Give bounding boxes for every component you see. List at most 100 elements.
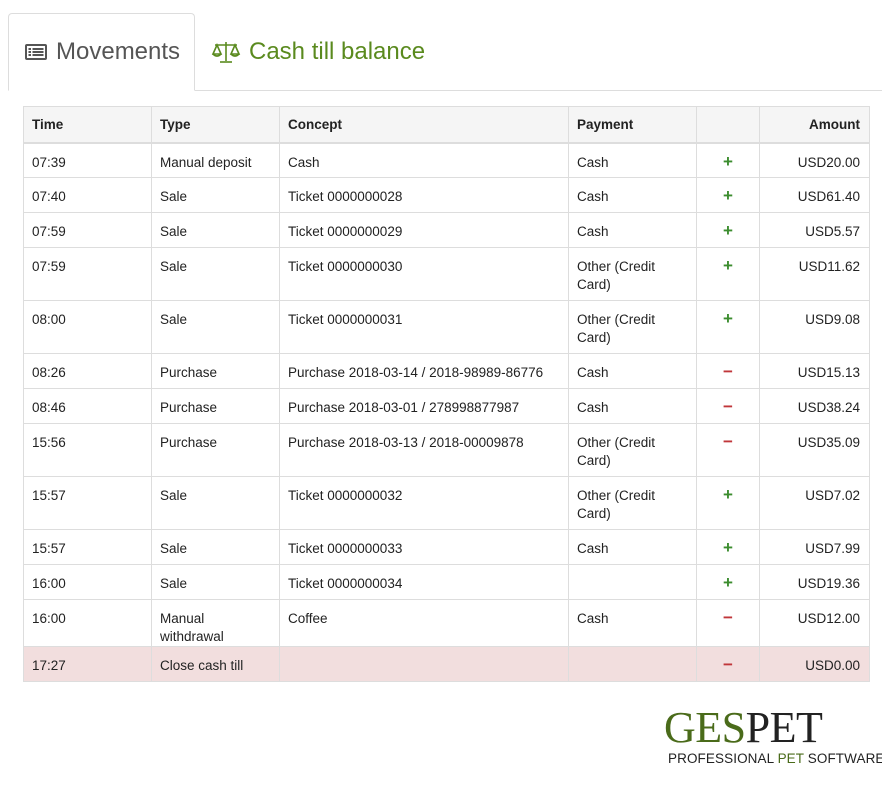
table-row[interactable]: 07:59 Sale Ticket 0000000029 Cash + USD5.57 — [23, 212, 870, 248]
cell-concept: Ticket 0000000034 — [279, 564, 569, 600]
cell-sign: + — [696, 212, 760, 248]
table-row[interactable]: 15:56 Purchase Purchase 2018-03-13 / 2018-… — [23, 423, 870, 477]
cell-type: Sale — [151, 300, 280, 354]
cell-sign: − — [696, 353, 760, 389]
tab-cash-till-balance[interactable]: Cash till balance — [211, 13, 425, 91]
table-row[interactable]: 16:00 Sale Ticket 0000000034 + USD19.36 — [23, 564, 870, 600]
cell-type: Manual withdrawal — [151, 599, 280, 647]
cell-type: Sale — [151, 476, 280, 530]
cell-payment: Other (Credit Card) — [568, 476, 697, 530]
table-row[interactable]: 08:00 Sale Ticket 0000000031 Other (Credit … — [23, 300, 870, 354]
cell-payment: Other (Credit Card) — [568, 300, 697, 354]
table-row[interactable]: 15:57 Sale Ticket 0000000032 Other (Credit … — [23, 476, 870, 530]
cell-type: Sale — [151, 247, 280, 301]
cell-amount: USD7.99 — [759, 529, 870, 565]
cell-concept: Ticket 0000000030 — [279, 247, 569, 301]
minus-icon: − — [723, 655, 733, 674]
tab-cash-till-balance-label: Cash till balance — [249, 38, 426, 65]
cell-amount: USD35.09 — [759, 423, 870, 477]
cell-payment: Cash — [568, 529, 697, 565]
cell-time: 08:26 — [23, 353, 152, 389]
cell-payment: Other (Credit Card) — [568, 423, 697, 477]
cell-concept: Ticket 0000000029 — [279, 212, 569, 248]
list-alt-icon — [24, 40, 48, 64]
cell-concept: Ticket 0000000032 — [279, 476, 569, 530]
cell-concept: Cash — [279, 142, 569, 178]
cell-payment — [568, 564, 697, 600]
plus-icon: + — [723, 538, 733, 557]
table-row[interactable]: 08:26 Purchase Purchase 2018-03-14 / 2018-… — [23, 353, 870, 389]
cell-sign: + — [696, 177, 760, 213]
table-row[interactable]: 08:46 Purchase Purchase 2018-03-01 / 27899… — [23, 388, 870, 424]
cell-time: 08:46 — [23, 388, 152, 424]
header-payment[interactable]: Payment — [568, 106, 697, 144]
cell-amount: USD61.40 — [759, 177, 870, 213]
cell-amount: USD15.13 — [759, 353, 870, 389]
gespet-logo: GESPET PROFESSIONAL PET SOFTWARE — [664, 703, 882, 770]
cell-concept: Purchase 2018-03-13 / 2018-00009878 — [279, 423, 569, 477]
cell-time: 15:57 — [23, 529, 152, 565]
tab-movements-label: Movements — [56, 38, 181, 65]
cell-amount: USD38.24 — [759, 388, 870, 424]
cell-payment: Cash — [568, 353, 697, 389]
cell-concept — [279, 646, 569, 682]
minus-icon: − — [723, 432, 733, 451]
cell-sign: − — [696, 646, 760, 682]
cell-time: 07:40 — [23, 177, 152, 213]
minus-icon: − — [723, 608, 733, 627]
cell-concept: Ticket 0000000031 — [279, 300, 569, 354]
logo-wordmark: GESPET — [664, 703, 823, 752]
cell-sign: + — [696, 564, 760, 600]
cell-concept: Coffee — [279, 599, 569, 647]
cell-amount: USD0.00 — [759, 646, 870, 682]
cell-sign: − — [696, 599, 760, 647]
tab-movements[interactable]: Movements — [8, 13, 195, 91]
table-row[interactable]: 16:00 Manual withdrawal Coffee Cash − USD12.0… — [23, 599, 870, 647]
table-row[interactable]: 07:40 Sale Ticket 0000000028 Cash + USD61.40 — [23, 177, 870, 213]
cell-type: Sale — [151, 212, 280, 248]
movements-table: Time Type Concept Payment Amount 07:39 Ma… — [23, 106, 870, 682]
plus-icon: + — [723, 485, 733, 504]
cell-payment: Cash — [568, 599, 697, 647]
cell-time: 16:00 — [23, 564, 152, 600]
plus-icon: + — [723, 309, 733, 328]
table-header-row: Time Type Concept Payment Amount — [23, 106, 870, 144]
cell-time: 16:00 — [23, 599, 152, 647]
cell-time: 08:00 — [23, 300, 152, 354]
cell-concept: Purchase 2018-03-14 / 2018-98989-86776 — [279, 353, 569, 389]
cell-time: 15:56 — [23, 423, 152, 477]
cell-amount: USD20.00 — [759, 142, 870, 178]
cell-time: 17:27 — [23, 646, 152, 682]
cell-sign: − — [696, 423, 760, 477]
cell-payment — [568, 646, 697, 682]
cell-type: Sale — [151, 529, 280, 565]
cell-concept: Ticket 0000000033 — [279, 529, 569, 565]
cell-time: 07:59 — [23, 212, 152, 248]
minus-icon: − — [723, 397, 733, 416]
plus-icon: + — [723, 221, 733, 240]
table-row[interactable]: 07:39 Manual deposit Cash Cash + USD20.00 — [23, 142, 870, 178]
header-type[interactable]: Type — [151, 106, 280, 144]
header-concept[interactable]: Concept — [279, 106, 569, 144]
cell-amount: USD11.62 — [759, 247, 870, 301]
tab-bar: Movements Cash till balance — [0, 0, 882, 91]
plus-icon: + — [723, 186, 733, 205]
header-time[interactable]: Time — [23, 106, 152, 144]
cell-payment: Cash — [568, 142, 697, 178]
cell-sign: + — [696, 529, 760, 565]
cell-type: Manual deposit — [151, 142, 280, 178]
cell-payment: Cash — [568, 177, 697, 213]
movements-table-container: Time Type Concept Payment Amount 07:39 Ma… — [23, 106, 870, 682]
cell-payment: Cash — [568, 212, 697, 248]
cell-time: 07:39 — [23, 142, 152, 178]
header-amount[interactable]: Amount — [759, 106, 870, 144]
plus-icon: + — [723, 256, 733, 275]
cell-sign: − — [696, 388, 760, 424]
logo-tagline: PROFESSIONAL PET SOFTWARE — [668, 751, 882, 766]
table-row[interactable]: 07:59 Sale Ticket 0000000030 Other (Credit … — [23, 247, 870, 301]
table-row[interactable]: 15:57 Sale Ticket 0000000033 Cash + USD7.99 — [23, 529, 870, 565]
plus-icon: + — [723, 151, 733, 171]
table-row[interactable]: 17:27 Close cash till − USD0.00 — [23, 646, 870, 682]
cell-amount: USD7.02 — [759, 476, 870, 530]
scale-icon — [211, 40, 241, 64]
